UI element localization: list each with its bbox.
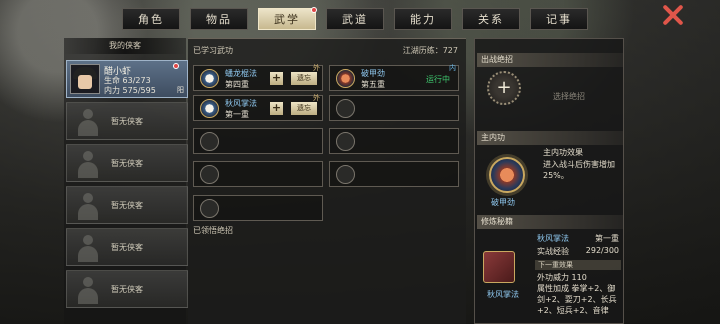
manual-skill-name: 秋风掌法: [537, 234, 569, 243]
combat-exp-label: 实战经验: [537, 247, 569, 256]
empty-hero-slot[interactable]: 暂无侠客: [66, 270, 188, 308]
empty-slot-icon: [336, 165, 355, 184]
skill-level: 第五重: [361, 80, 385, 89]
skill-detail-panel: 出战绝招 + 选择绝招 主内功 主内功效果 进入战斗后伤害增加25%。 破甲劲 …: [474, 38, 624, 324]
empty-slot-icon: [336, 132, 355, 151]
silhouette-icon: [75, 233, 101, 263]
tab-character[interactable]: 角色: [122, 8, 180, 30]
silhouette-icon: [75, 149, 101, 179]
silhouette-icon: [75, 191, 101, 221]
manual-section-title: 修炼秘籍: [477, 215, 623, 229]
empty-hero-slot[interactable]: 暂无侠客: [66, 228, 188, 266]
skill-type-tag: 内: [449, 64, 456, 72]
skill-level: 第一重: [225, 110, 249, 119]
combat-exp-value: 292/300: [585, 246, 619, 255]
hero-hp-label: 生命: [104, 76, 120, 85]
empty-skill-slot[interactable]: [193, 161, 323, 187]
empty-hero-label: 暂无侠客: [111, 285, 143, 294]
empty-hero-label: 暂无侠客: [111, 117, 143, 126]
hero-list-title: 我的侠客: [64, 38, 186, 54]
inner-skill-icon[interactable]: [489, 157, 525, 193]
hero-card-selected[interactable]: 醋小虾 生命 63/273 内力 575/595 阳: [66, 60, 188, 98]
forget-button[interactable]: 遗忘: [291, 102, 317, 115]
empty-hero-slot[interactable]: 暂无侠客: [66, 186, 188, 224]
learned-ultimates-title: 已领悟绝招: [193, 226, 233, 235]
upgrade-button[interactable]: +: [270, 102, 283, 115]
notification-dot-icon: [311, 7, 317, 13]
skill-icon: [200, 99, 219, 118]
tab-ability[interactable]: 能力: [394, 8, 452, 30]
experience-points: 江湖历练：727: [402, 46, 458, 55]
ultimate-section-title: 出战绝招: [477, 53, 623, 67]
running-status: 运行中: [426, 75, 450, 84]
select-ultimate-label: 选择绝招: [553, 92, 585, 101]
empty-slot-icon: [200, 199, 219, 218]
inner-skill-name: 破甲劲: [491, 198, 515, 207]
hero-hp-value: 63/273: [122, 76, 151, 85]
next-level-power: 外功威力 110: [537, 273, 587, 282]
tab-items[interactable]: 物品: [190, 8, 248, 30]
tab-journal[interactable]: 记事: [530, 8, 588, 30]
empty-hero-label: 暂无侠客: [111, 243, 143, 252]
skill-slot-panlong[interactable]: 蟠龙棍法 第四重 + 遗忘 外: [193, 64, 323, 91]
close-icon[interactable]: [662, 4, 684, 26]
empty-slot-icon: [200, 165, 219, 184]
book-label: 秋风掌法: [487, 290, 519, 299]
empty-hero-slot[interactable]: 暂无侠客: [66, 144, 188, 182]
skill-icon: [200, 69, 219, 88]
skill-name: 破甲劲: [361, 69, 385, 78]
notification-dot-icon: [173, 63, 179, 69]
learned-skills-panel: 已学习武功 江湖历练：727 蟠龙棍法 第四重 + 遗忘 外 破甲劲 第五重 运…: [188, 38, 466, 324]
tab-martial-arts-label: 武学: [274, 13, 300, 26]
forget-button[interactable]: 遗忘: [291, 72, 317, 85]
hero-mp-value: 575/595: [122, 86, 156, 95]
inner-skill-section-title: 主内功: [477, 131, 623, 145]
empty-skill-slot[interactable]: [329, 161, 459, 187]
hero-mp-label: 内力: [104, 86, 120, 95]
skill-type-tag: 外: [313, 94, 320, 102]
skill-icon: [336, 69, 355, 88]
upgrade-button[interactable]: +: [270, 72, 283, 85]
ultimate-slot[interactable]: +: [487, 71, 521, 105]
skill-slot-qiufeng[interactable]: 秋风掌法 第一重 + 遗忘 外: [193, 94, 323, 121]
empty-hero-slot[interactable]: 暂无侠客: [66, 102, 188, 140]
tab-martial-arts[interactable]: 武学: [258, 7, 317, 30]
tab-martial-way[interactable]: 武道: [326, 8, 384, 30]
empty-skill-slot[interactable]: [329, 128, 459, 154]
hero-mp: 内力 575/595: [104, 85, 156, 96]
avatar: [70, 64, 100, 94]
hero-list-panel: 我的侠客 醋小虾 生命 63/273 内力 575/595 阳 暂无侠客 暂无侠…: [64, 38, 188, 324]
empty-hero-label: 暂无侠客: [111, 201, 143, 210]
tab-relations[interactable]: 关系: [462, 8, 520, 30]
book-icon[interactable]: [483, 251, 515, 283]
empty-skill-slot[interactable]: [193, 195, 323, 221]
silhouette-icon: [75, 275, 101, 305]
silhouette-icon: [75, 107, 101, 137]
skill-name: 蟠龙棍法: [225, 69, 257, 78]
empty-skill-slot[interactable]: [193, 128, 323, 154]
learned-skills-title: 已学习武功: [193, 46, 233, 55]
hero-attribute-tag: 阳: [177, 86, 184, 94]
avatar-face: [78, 75, 92, 89]
skill-name: 秋风掌法: [225, 99, 257, 108]
empty-hero-label: 暂无侠客: [111, 159, 143, 168]
top-tab-bar: 角色 物品 武学 武道 能力 关系 记事: [122, 7, 588, 30]
skill-slot-pojia[interactable]: 破甲劲 第五重 运行中 内: [329, 64, 459, 91]
skill-type-tag: 外: [313, 64, 320, 72]
empty-skill-slot[interactable]: [329, 95, 459, 121]
add-icon: +: [496, 77, 512, 98]
attribute-bonus: 属性加成 拳掌+2、御剑+2、耍刀+2、长兵+2、短兵+2、音律: [537, 284, 617, 315]
manual-skill-level: 第一重: [595, 234, 619, 243]
empty-slot-icon: [336, 99, 355, 118]
skill-level: 第四重: [225, 80, 249, 89]
empty-slot-icon: [200, 132, 219, 151]
next-level-effect-title: 下一重效果: [535, 260, 621, 270]
inner-effect-title: 主内功效果: [543, 148, 583, 157]
inner-effect-desc: 进入战斗后伤害增加25%。: [543, 160, 615, 180]
